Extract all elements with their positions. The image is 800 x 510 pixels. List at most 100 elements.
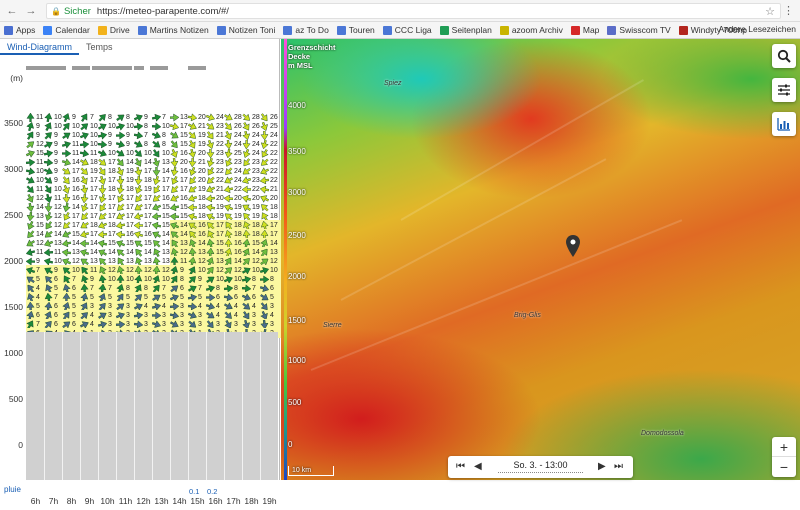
search-button[interactable] xyxy=(772,44,796,68)
other-bookmarks[interactable]: » Andere Lesezeichen xyxy=(710,24,796,34)
wind-speed: 3 xyxy=(234,320,238,328)
bookmark-item[interactable]: Calendar xyxy=(43,25,90,35)
forward-icon[interactable]: → xyxy=(24,4,38,18)
wind-speed: 20 xyxy=(216,194,224,202)
bar-chart-icon xyxy=(777,118,790,131)
altitude-tick: 3500 xyxy=(4,118,23,128)
wind-speed: 15 xyxy=(216,239,224,247)
boundary-layer-map[interactable] xyxy=(281,39,800,480)
wind-speed: 7 xyxy=(90,284,94,292)
wind-speed: 9 xyxy=(54,266,58,274)
wind-speed: 13 xyxy=(162,257,170,265)
bookmark-item[interactable]: azoom Archiv xyxy=(499,25,563,35)
wind-speed: 3 xyxy=(252,311,256,319)
secure-label: Sicher xyxy=(63,5,91,17)
bookmark-item[interactable]: Notizen Toni xyxy=(216,25,275,35)
place-label: Brig-Glis xyxy=(514,312,541,319)
doc-icon xyxy=(336,25,346,35)
wind-speed: 17 xyxy=(144,167,152,175)
column-divider xyxy=(242,332,243,480)
zoom-out-button[interactable]: − xyxy=(772,457,796,477)
wind-speed: 15 xyxy=(162,212,170,220)
wind-speed: 22 xyxy=(270,176,278,184)
last-frame-icon[interactable]: ⏭ xyxy=(614,461,623,472)
wind-diagram-panel: Wind-Diagramm Temps (m) 3500 3000 2500 2000 1… xyxy=(0,39,281,506)
place-label: Domodossola xyxy=(641,430,684,437)
bookmark-item[interactable]: Touren xyxy=(336,25,375,35)
location-pin-icon[interactable] xyxy=(566,235,580,257)
wind-speed: 8 xyxy=(180,275,184,283)
wind-speed: 3 xyxy=(126,311,130,319)
wind-speed: 9 xyxy=(90,275,94,283)
wind-speed: 5 xyxy=(126,293,130,301)
wind-speed: 9 xyxy=(36,257,40,265)
wind-speed: 15 xyxy=(180,203,188,211)
wind-speed: 8 xyxy=(144,284,148,292)
bookmark-label: az To Do xyxy=(295,25,329,35)
wind-speed: 8 xyxy=(216,284,220,292)
wind-speed: 6 xyxy=(234,293,238,301)
wind-speed: 9 xyxy=(108,140,112,148)
scale-tick: 2000 xyxy=(288,272,306,281)
bookmark-item[interactable]: Drive xyxy=(97,25,130,35)
bookmark-item[interactable]: Martins Notizen xyxy=(137,25,209,35)
wind-speed: 20 xyxy=(270,194,278,202)
wind-speed: 7 xyxy=(36,266,40,274)
wind-speed: 7 xyxy=(162,113,166,121)
bookmark-star-icon[interactable]: ☆ xyxy=(765,5,775,18)
chart-button[interactable] xyxy=(772,112,796,136)
search-icon xyxy=(777,49,791,63)
wind-speed: 9 xyxy=(54,158,58,166)
wind-speed: 16 xyxy=(72,194,80,202)
swisscom-icon xyxy=(607,25,617,35)
wind-speed: 8 xyxy=(126,284,130,292)
time-slider[interactable] xyxy=(498,472,583,473)
tab-wind-diagram[interactable]: Wind-Diagramm xyxy=(0,39,80,55)
apps-grid-icon xyxy=(4,25,13,35)
bookmark-item[interactable]: Apps xyxy=(4,25,35,35)
zoom-control: + − xyxy=(772,437,796,477)
wind-speed: 6 xyxy=(36,311,40,319)
back-icon[interactable]: ← xyxy=(5,4,19,18)
cloud-bar xyxy=(150,66,168,70)
bookmark-item[interactable]: Seitenplan xyxy=(439,25,492,35)
browser-menu-icon[interactable]: ⋮ xyxy=(783,4,794,17)
column-divider xyxy=(260,332,261,480)
wind-speed: 17 xyxy=(108,230,116,238)
wind-speed: 4 xyxy=(216,311,220,319)
map-scale-bar: 10 km xyxy=(288,466,334,476)
altitude-tick: 500 xyxy=(8,394,23,404)
wind-speed: 11 xyxy=(54,194,62,202)
wind-speed: 14 xyxy=(270,239,278,247)
bookmark-label: Calendar xyxy=(55,25,90,35)
wind-speed: 17 xyxy=(270,230,278,238)
next-frame-icon[interactable]: ▶ xyxy=(598,461,606,472)
wind-speed: 6 xyxy=(270,284,274,292)
bookmark-item[interactable]: Swisscom TV xyxy=(607,25,671,35)
wind-speed: 7 xyxy=(90,113,94,121)
wind-speed: 9 xyxy=(36,131,40,139)
wind-speed: 3 xyxy=(108,320,112,328)
wind-speed: 7 xyxy=(72,275,76,283)
rain-label: pluie xyxy=(4,485,21,494)
column-divider xyxy=(116,332,117,480)
wind-speed: 11 xyxy=(72,140,80,148)
wind-speed: 9 xyxy=(54,167,58,175)
wind-speed: 26 xyxy=(270,113,278,121)
bookmark-item[interactable]: CCC Liga xyxy=(382,25,432,35)
tab-temps[interactable]: Temps xyxy=(79,39,120,55)
wind-speed: 4 xyxy=(90,320,94,328)
bookmark-item[interactable]: Map xyxy=(570,25,599,35)
wind-speed: 9 xyxy=(108,131,112,139)
rain-value: 0.1 xyxy=(189,487,200,496)
bookmark-label: Drive xyxy=(109,25,130,35)
panel-tabs: Wind-Diagramm Temps xyxy=(0,39,279,55)
wind-speed: 5 xyxy=(54,284,58,292)
bookmark-label: CCC Liga xyxy=(394,25,432,35)
wind-speed: 5 xyxy=(180,293,184,301)
altitude-axis: (m) 3500 3000 2500 2000 1500 1000 500 0 xyxy=(0,55,26,465)
settings-button[interactable] xyxy=(772,78,796,102)
bookmark-item[interactable]: az To Do xyxy=(283,25,329,35)
zoom-in-button[interactable]: + xyxy=(772,437,796,457)
address-bar[interactable]: 🔒 Sicher https://meteo-parapente.com/#/ … xyxy=(46,3,781,19)
